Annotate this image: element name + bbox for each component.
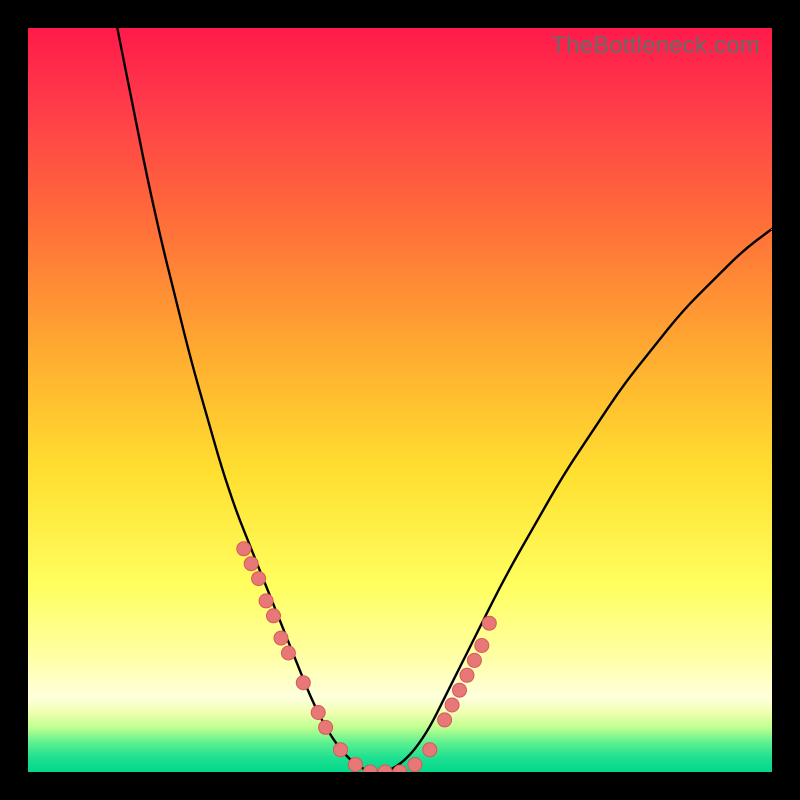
data-marker — [467, 653, 481, 667]
data-marker — [281, 646, 295, 660]
data-marker — [237, 542, 251, 556]
data-marker — [267, 609, 281, 623]
marker-group — [237, 542, 497, 772]
data-marker — [363, 765, 377, 772]
data-marker — [482, 616, 496, 630]
data-marker — [445, 698, 459, 712]
data-marker — [296, 676, 310, 690]
data-marker — [319, 720, 333, 734]
data-marker — [334, 743, 348, 757]
data-marker — [274, 631, 288, 645]
chart-frame: TheBottleneck.com — [0, 0, 800, 800]
curves-layer — [28, 28, 772, 772]
data-marker — [460, 668, 474, 682]
data-marker — [423, 743, 437, 757]
left-curve — [117, 28, 370, 772]
data-marker — [259, 594, 273, 608]
data-marker — [252, 572, 266, 586]
data-marker — [348, 758, 362, 772]
plot-area: TheBottleneck.com — [28, 28, 772, 772]
data-marker — [311, 706, 325, 720]
right-curve — [370, 229, 772, 772]
data-marker — [438, 713, 452, 727]
data-marker — [475, 639, 489, 653]
data-marker — [453, 683, 467, 697]
data-marker — [244, 557, 258, 571]
data-marker — [408, 758, 422, 772]
watermark-text: TheBottleneck.com — [551, 32, 760, 60]
data-marker — [378, 765, 392, 772]
